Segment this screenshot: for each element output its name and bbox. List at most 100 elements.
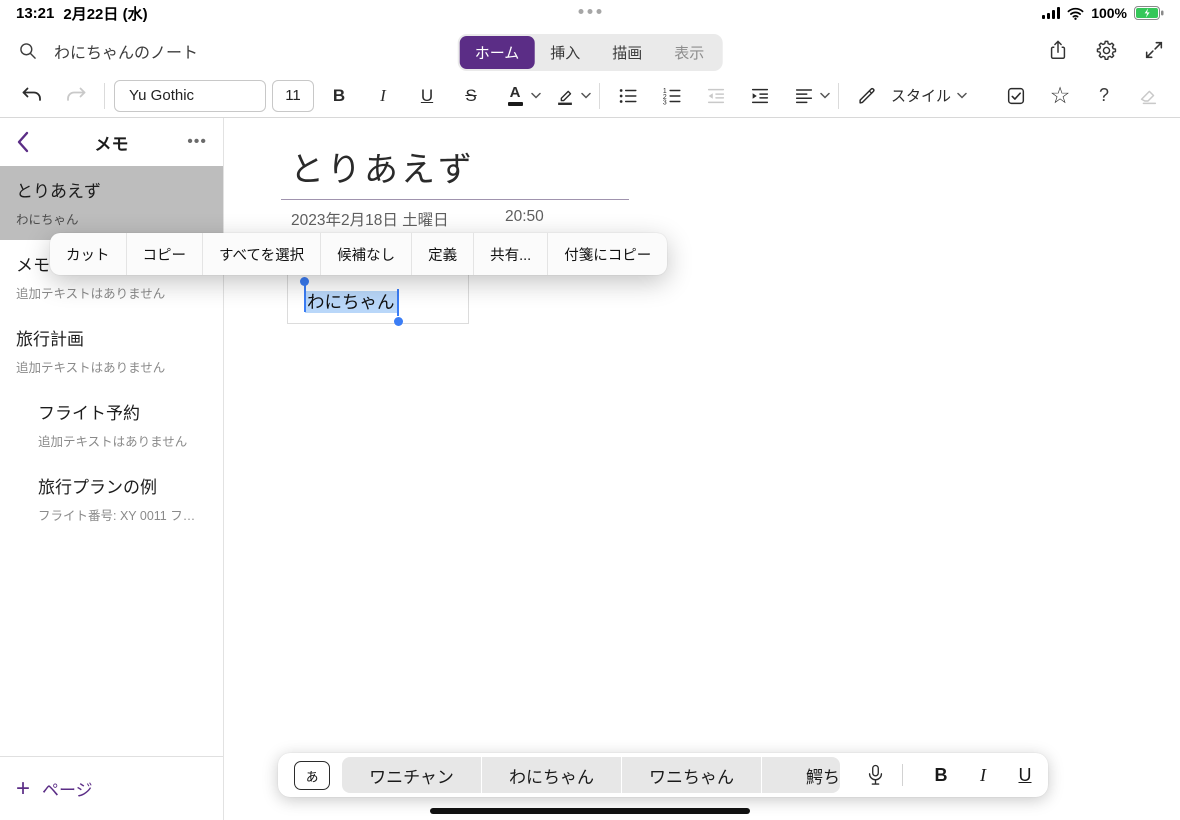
settings-gear-icon[interactable] (1092, 36, 1120, 64)
font-name-picker[interactable]: Yu Gothic (114, 80, 266, 112)
keyboard-bold-button[interactable]: B (920, 765, 962, 786)
note-text[interactable]: わにちゃん (305, 289, 397, 314)
font-color-swatch (508, 102, 523, 106)
redo-icon (64, 84, 88, 108)
page-item-title: 旅行プランの例 (38, 473, 207, 498)
menu-item-select-all[interactable]: すべてを選択 (203, 233, 321, 275)
kana-input-key[interactable]: ぁ (294, 761, 330, 790)
note-canvas[interactable]: とりあえず 2023年2月18日 土曜日 20:50 •••• ◂▸ わにちゃん (224, 118, 1180, 820)
notebook-title[interactable]: わにちゃんのノート (54, 39, 198, 63)
status-left: 13:21 2月22日 (水) (16, 3, 148, 24)
bullet-list-icon (617, 85, 639, 107)
undo-button[interactable] (10, 78, 54, 114)
page-list-item[interactable]: フライト予約 追加テキストはありません (0, 388, 223, 462)
underline-button[interactable]: U (405, 78, 449, 114)
page-item-subtitle: 追加テキストはありません (38, 431, 207, 450)
suggestion-candidate[interactable]: ワニチャン (342, 757, 481, 793)
page-title[interactable]: とりあえず (290, 142, 475, 191)
selected-text[interactable]: わにちゃん (305, 291, 397, 313)
highlighter-icon (554, 85, 576, 107)
undo-icon (20, 84, 44, 108)
fullscreen-expand-icon[interactable] (1140, 36, 1168, 64)
style-chevron-icon (957, 92, 967, 99)
page-list-item[interactable]: 旅行計画 追加テキストはありません (0, 314, 223, 388)
page-item-title: 旅行計画 (16, 325, 207, 350)
important-star-button[interactable]: ☆ (1038, 78, 1082, 114)
ribbon-tabs: ホーム 挿入 描画 表示 (458, 34, 723, 71)
sidebar-more-icon[interactable]: ••• (187, 133, 207, 151)
menu-item-cut[interactable]: カット (50, 233, 127, 275)
italic-button[interactable]: I (361, 78, 405, 114)
page-time: 20:50 (505, 208, 544, 226)
tab-insert[interactable]: 挿入 (534, 36, 596, 69)
clear-format-button[interactable] (1126, 78, 1170, 114)
menu-item-copy[interactable]: コピー (127, 233, 204, 275)
title-underline (281, 199, 629, 200)
selection-handle-end[interactable] (394, 317, 403, 326)
checkbox-icon (1005, 85, 1027, 107)
plus-icon: + (16, 777, 30, 801)
keyboard-italic-button[interactable]: I (962, 765, 1004, 786)
font-size-picker[interactable]: 11 (272, 80, 314, 112)
menu-item-copy-to-sticky[interactable]: 付箋にコピー (548, 233, 667, 275)
indent-button[interactable] (738, 78, 782, 114)
page-date: 2023年2月18日 土曜日 (291, 208, 449, 230)
redo-button[interactable] (54, 78, 98, 114)
dictation-mic-icon[interactable] (866, 763, 885, 787)
page-list-sidebar: メモ ••• とりあえず わにちゃん メモ 追加テキストはありません 旅行計画 … (0, 118, 224, 820)
todo-checkbox-button[interactable] (994, 78, 1038, 114)
back-chevron-icon[interactable] (16, 130, 40, 154)
bold-button[interactable]: B (317, 78, 361, 114)
menu-item-no-suggestions[interactable]: 候補なし (321, 233, 412, 275)
menu-item-define[interactable]: 定義 (412, 233, 474, 275)
onenote-ipad-app: 13:21 2月22日 (水) 100% わにちゃんのノート (0, 0, 1180, 820)
page-item-subtitle: 追加テキストはありません (16, 357, 207, 376)
styles-group[interactable]: スタイル (845, 78, 969, 114)
suggestion-candidate[interactable]: わにちゃん (482, 757, 621, 793)
add-page-button[interactable]: + ページ (0, 756, 223, 820)
keyboard-suggestion-bar: ぁ ワニチャン わにちゃん ワニちゃん 鰐ちゃ B I U (278, 753, 1048, 797)
status-right: 100% (1042, 5, 1164, 21)
tab-draw[interactable]: 描画 (596, 36, 658, 69)
search-icon[interactable] (14, 37, 42, 65)
strikethrough-button[interactable]: S (449, 78, 493, 114)
clock: 13:21 (16, 5, 54, 22)
page-item-subtitle: フライト番号: XY 0011 フ… (38, 505, 207, 524)
align-chevron-icon[interactable] (820, 92, 830, 99)
align-left-icon (793, 85, 815, 107)
eraser-icon (1137, 85, 1159, 107)
bullet-list-button[interactable] (606, 78, 650, 114)
outdent-icon (705, 85, 727, 107)
sidebar-header: メモ ••• (0, 118, 223, 166)
battery-percent: 100% (1091, 5, 1127, 21)
app-header: わにちゃんのノート ホーム 挿入 描画 表示 (0, 26, 1180, 74)
menu-item-share[interactable]: 共有... (474, 233, 548, 275)
suggestion-strip: ワニチャン わにちゃん ワニちゃん 鰐ちゃ (342, 757, 840, 793)
star-icon: ☆ (1050, 84, 1071, 107)
suggestion-candidate[interactable]: 鰐ちゃ (762, 757, 840, 793)
svg-text:3: 3 (663, 99, 667, 106)
battery-icon (1134, 6, 1164, 20)
selection-stem-start (304, 285, 306, 312)
page-item-title: とりあえず (16, 177, 207, 202)
numbered-list-button[interactable]: 123 (650, 78, 694, 114)
highlight-chevron-icon[interactable] (581, 92, 591, 99)
home-indicator[interactable] (430, 808, 750, 814)
font-color-chevron-icon[interactable] (531, 92, 541, 99)
page-item-title: フライト予約 (38, 399, 207, 424)
page-list-item[interactable]: とりあえず わにちゃん (0, 166, 223, 240)
numbered-list-icon: 123 (661, 85, 683, 107)
tab-view[interactable]: 表示 (658, 36, 720, 69)
page-item-subtitle: わにちゃん (16, 209, 207, 228)
page-list-item[interactable]: 旅行プランの例 フライト番号: XY 0011 フ… (0, 462, 223, 536)
keyboard-underline-button[interactable]: U (1004, 765, 1046, 786)
share-icon[interactable] (1044, 36, 1072, 64)
help-button[interactable]: ? (1082, 78, 1126, 114)
style-label: スタイル (891, 85, 951, 106)
edit-context-menu: カット コピー すべてを選択 候補なし 定義 共有... 付箋にコピー (50, 233, 667, 275)
signal-icon (1042, 7, 1060, 19)
outdent-button[interactable] (694, 78, 738, 114)
multitask-dots-icon (579, 9, 602, 14)
tab-home[interactable]: ホーム (460, 36, 535, 69)
suggestion-candidate[interactable]: ワニちゃん (622, 757, 761, 793)
